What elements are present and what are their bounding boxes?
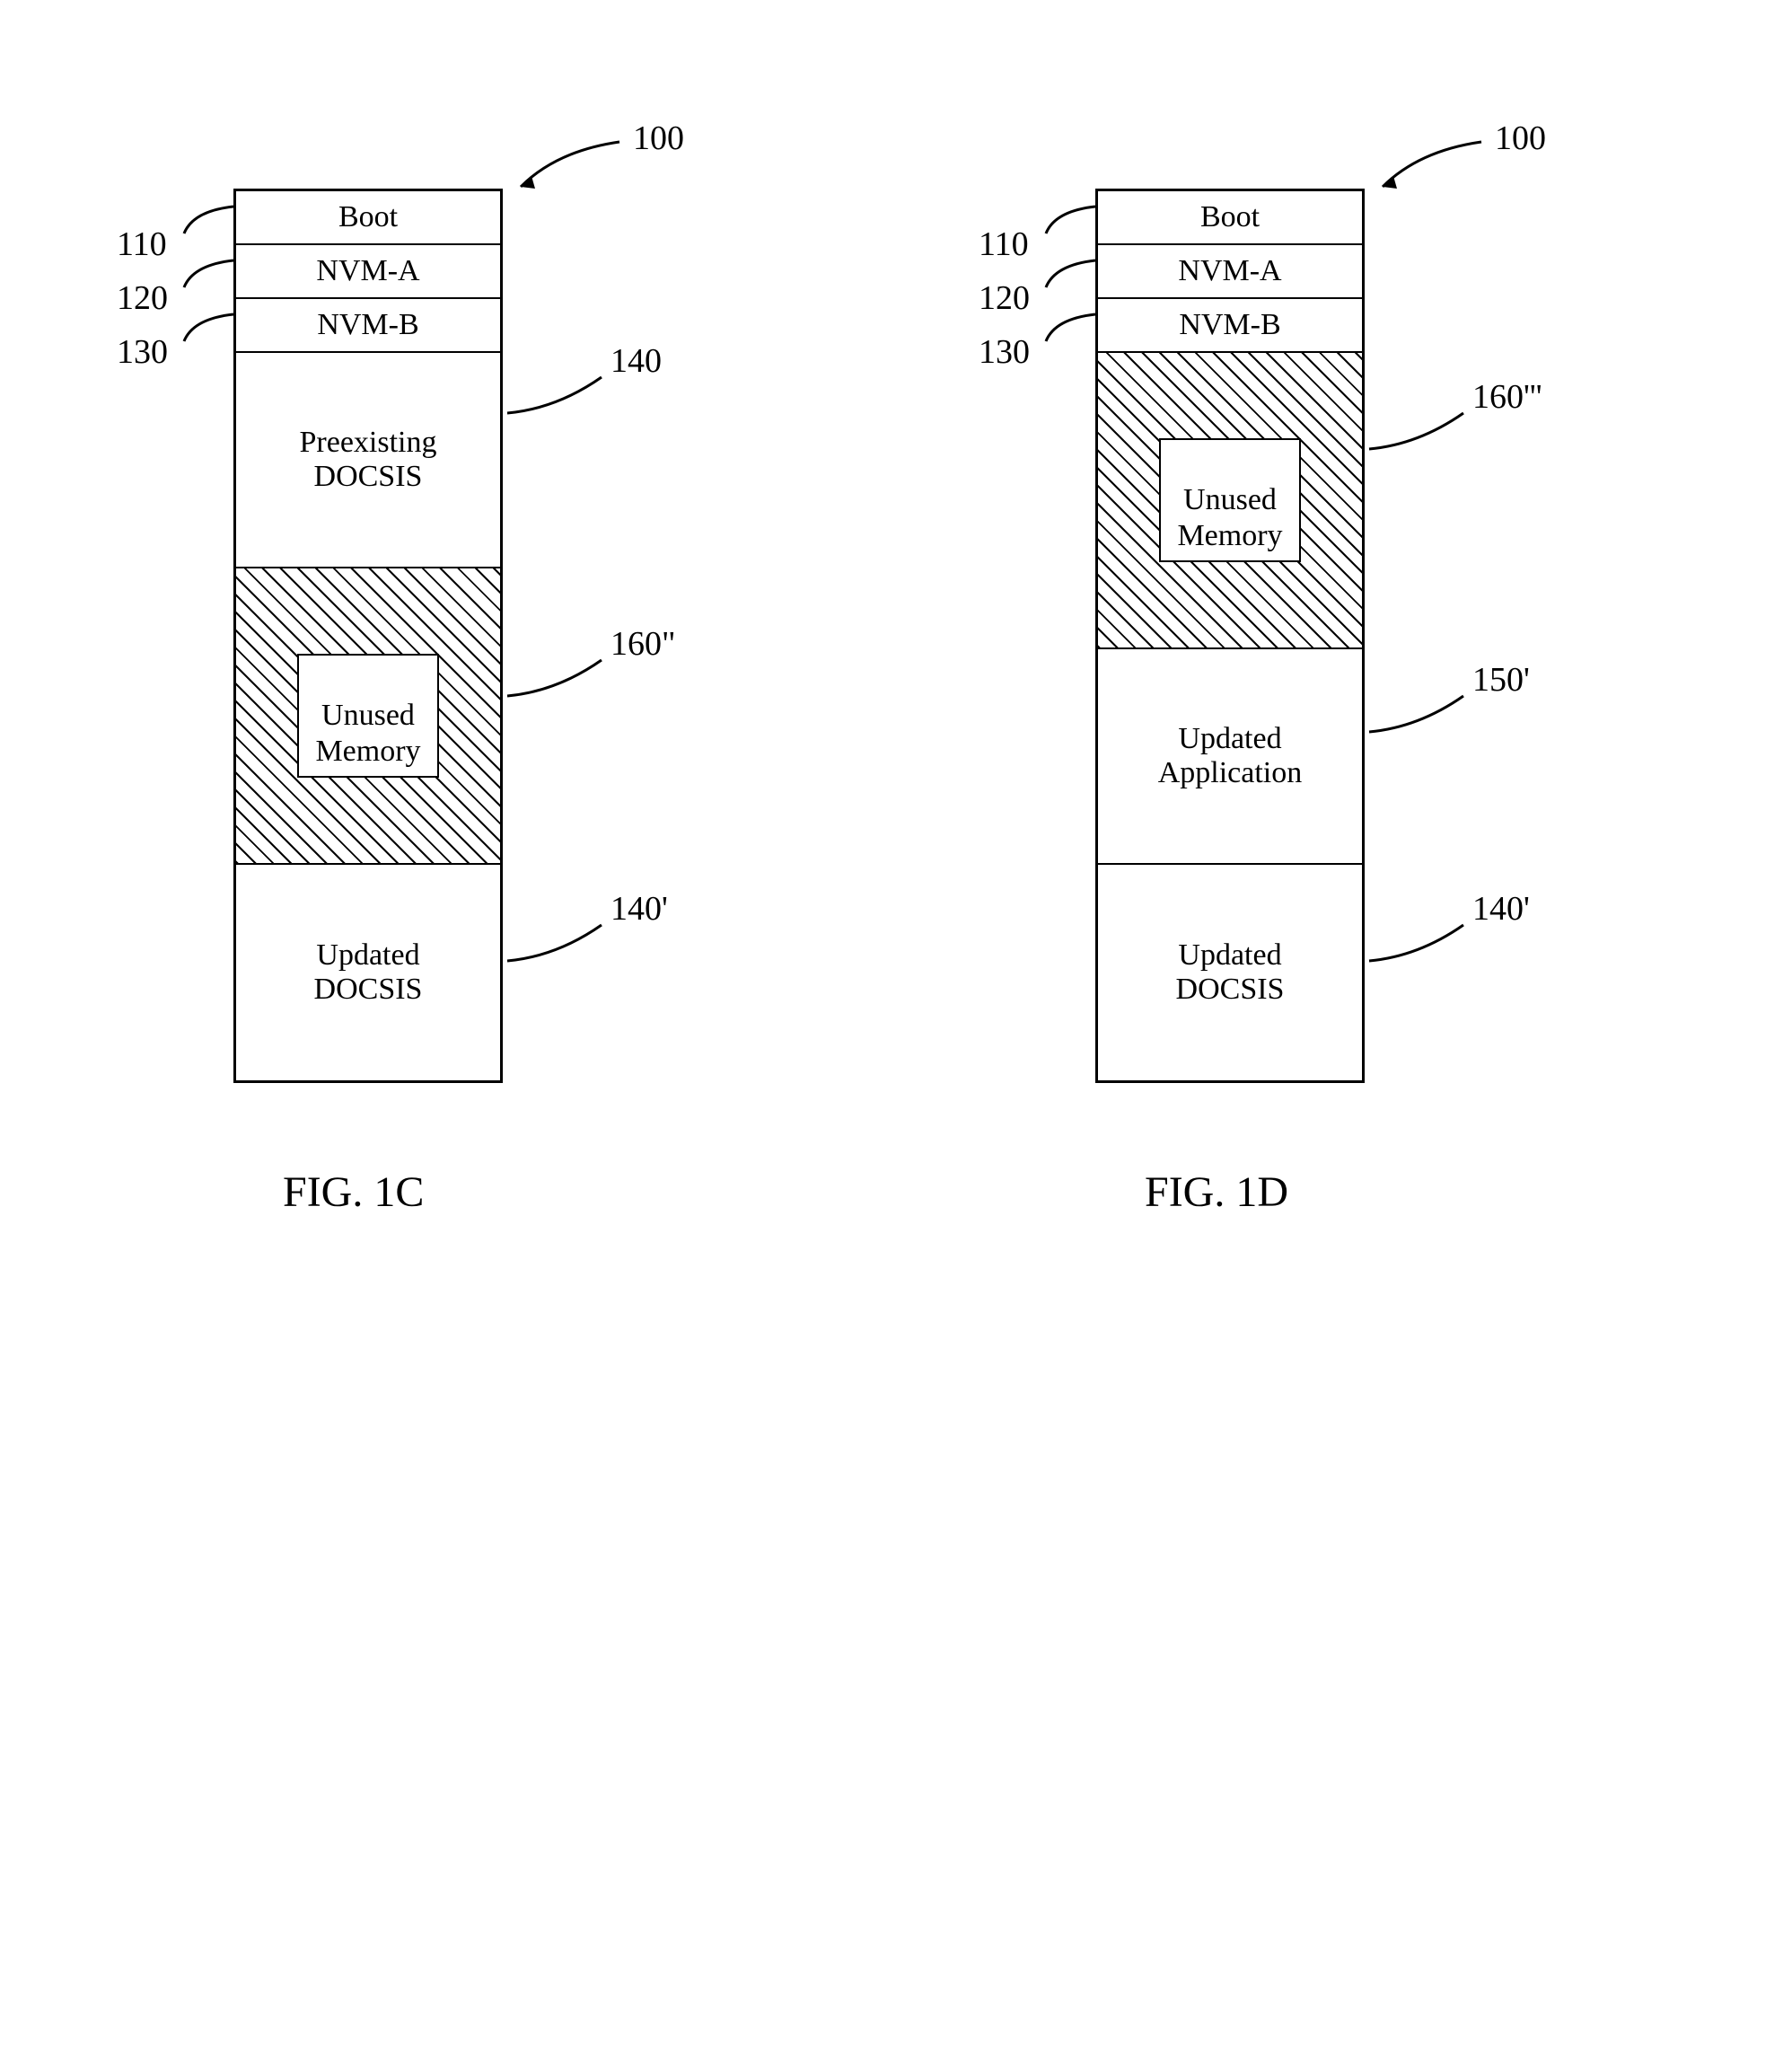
lead-150-d <box>1365 691 1472 745</box>
block-nvmb-c: NVM-B <box>236 299 500 353</box>
block-boot-c: Boot <box>236 191 500 245</box>
label-boot-d: Boot <box>1200 200 1260 234</box>
lead-120-c <box>180 256 242 292</box>
caption-1c: FIG. 1C <box>283 1167 424 1217</box>
ref-130-c: 130 <box>117 332 168 372</box>
lead-130-c <box>180 310 242 346</box>
caption-1d: FIG. 1D <box>1145 1167 1288 1217</box>
lead-110-d <box>1041 202 1104 238</box>
memory-stack-c: Boot NVM-A NVM-B Preexisting DOCSIS Unus… <box>233 189 503 1083</box>
block-updated-docsis-d: Updated DOCSIS <box>1098 865 1362 1080</box>
block-preexisting-docsis-c: Preexisting DOCSIS <box>236 353 500 568</box>
label-updated-application-d: Updated Application <box>1158 722 1303 790</box>
lead-130-d <box>1041 310 1104 346</box>
lead-140-c <box>503 373 611 427</box>
ref-150-d: 150' <box>1472 660 1530 700</box>
ref-100-d: 100 <box>1495 119 1546 158</box>
figure-1c: 100 Boot NVM-A NVM-B Preexisting DOCSIS … <box>233 189 503 1083</box>
label-unused-memory-d: Unused Memory <box>1177 483 1282 551</box>
lead-160-c <box>503 656 611 709</box>
label-box-unused-d: Unused Memory <box>1159 438 1300 561</box>
label-boot-c: Boot <box>338 200 398 234</box>
lead-140p-c <box>503 920 611 974</box>
label-nvmb-c: NVM-B <box>317 308 418 342</box>
label-nvma-d: NVM-A <box>1178 254 1281 288</box>
lead-120-d <box>1041 256 1104 292</box>
block-boot-d: Boot <box>1098 191 1362 245</box>
ref-160-d: 160''' <box>1472 377 1542 417</box>
arrow-top-ref-c <box>512 133 637 205</box>
label-nvmb-d: NVM-B <box>1179 308 1280 342</box>
ref-110-c: 110 <box>117 225 167 264</box>
label-updated-docsis-d: Updated DOCSIS <box>1176 938 1285 1007</box>
memory-stack-d: Boot NVM-A NVM-B Unused Memory Updated A… <box>1095 189 1365 1083</box>
ref-120-c: 120 <box>117 278 168 318</box>
block-updated-application-d: Updated Application <box>1098 649 1362 865</box>
label-preexisting-docsis-c: Preexisting DOCSIS <box>300 426 437 494</box>
lead-160-d <box>1365 409 1472 462</box>
ref-140-c: 140 <box>611 341 662 381</box>
label-updated-docsis-c: Updated DOCSIS <box>314 938 423 1007</box>
arrow-top-ref-d <box>1374 133 1499 205</box>
lead-110-c <box>180 202 242 238</box>
ref-160-c: 160" <box>611 624 676 664</box>
ref-130-d: 130 <box>979 332 1030 372</box>
ref-140p-d: 140' <box>1472 889 1530 929</box>
block-updated-docsis-c: Updated DOCSIS <box>236 865 500 1080</box>
ref-120-d: 120 <box>979 278 1030 318</box>
block-unused-memory-c: Unused Memory <box>236 568 500 865</box>
label-box-unused-c: Unused Memory <box>297 654 438 777</box>
label-nvma-c: NVM-A <box>316 254 419 288</box>
block-nvma-c: NVM-A <box>236 245 500 299</box>
label-unused-memory-c: Unused Memory <box>315 699 420 767</box>
ref-140p-c: 140' <box>611 889 668 929</box>
block-nvmb-d: NVM-B <box>1098 299 1362 353</box>
lead-140p-d <box>1365 920 1472 974</box>
block-nvma-d: NVM-A <box>1098 245 1362 299</box>
ref-100-c: 100 <box>633 119 684 158</box>
figure-1d: 100 Boot NVM-A NVM-B Unused Memory Updat… <box>1095 189 1365 1083</box>
ref-110-d: 110 <box>979 225 1029 264</box>
block-unused-memory-d: Unused Memory <box>1098 353 1362 649</box>
